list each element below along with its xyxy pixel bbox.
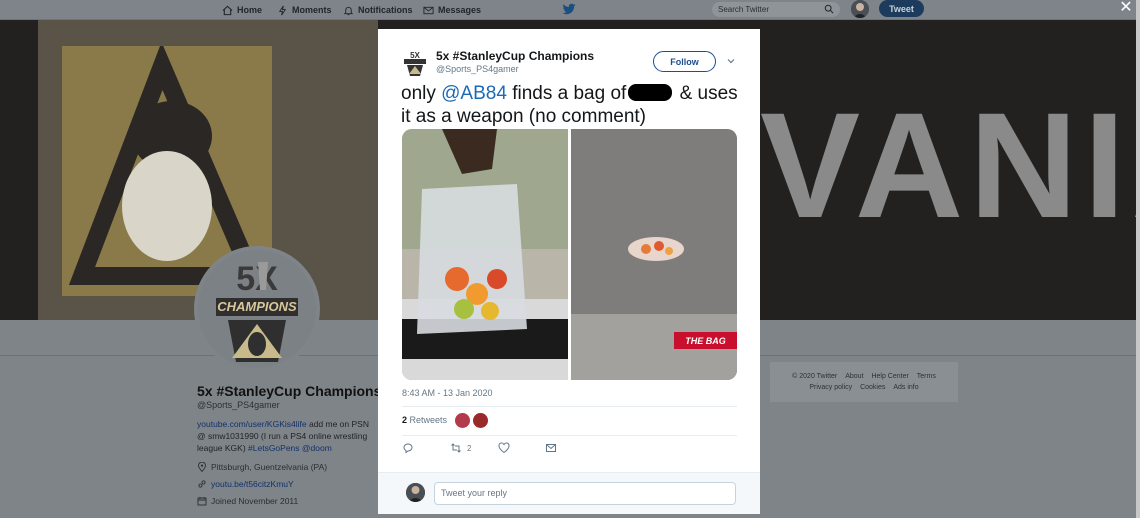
svg-text:5X: 5X bbox=[410, 51, 420, 60]
champions-logo-image: 5X CHAMPIONS bbox=[198, 250, 316, 368]
footer-privacy[interactable]: Privacy policy bbox=[809, 384, 852, 391]
bio-link[interactable]: youtube.com/user/KGKis4life bbox=[197, 419, 307, 429]
nav-moments-label: Moments bbox=[292, 5, 332, 15]
retweeter-avatar[interactable] bbox=[473, 413, 488, 428]
divider bbox=[402, 406, 737, 407]
tweet-button[interactable]: Tweet bbox=[879, 0, 924, 17]
message-action[interactable] bbox=[545, 442, 557, 454]
nav-notifications-label: Notifications bbox=[358, 5, 413, 15]
heart-icon bbox=[498, 442, 510, 454]
nav-messages-label: Messages bbox=[438, 5, 482, 15]
chevron-down-icon[interactable] bbox=[726, 56, 736, 66]
tweet-modal: 5X 5x #StanleyCup Champions @Sports_PS4g… bbox=[378, 29, 760, 514]
profile-avatar[interactable]: 5X CHAMPIONS bbox=[194, 246, 320, 372]
bio-mention[interactable]: @doom bbox=[302, 443, 332, 453]
profile-location: Pittsburgh, Guentzelvania (PA) bbox=[197, 462, 327, 472]
profile-joined: Joined November 2011 bbox=[197, 496, 298, 506]
twitter-bird-icon[interactable] bbox=[562, 2, 576, 16]
retweet-action-count: 2 bbox=[467, 443, 472, 453]
reply-area: Tweet your reply bbox=[378, 472, 760, 514]
home-icon bbox=[222, 5, 233, 15]
tweet-author-name[interactable]: 5x #StanleyCup Champions bbox=[436, 49, 594, 63]
media-photo-bag-ground[interactable]: THE BAG bbox=[571, 129, 737, 380]
retweet-label: Retweets bbox=[409, 415, 448, 425]
retweet-action[interactable]: 2 bbox=[450, 442, 471, 454]
redaction-mark bbox=[628, 84, 673, 101]
reply-input[interactable]: Tweet your reply bbox=[434, 482, 736, 505]
avatar-image bbox=[851, 0, 869, 18]
search-placeholder: Search Twitter bbox=[718, 5, 769, 14]
footer-about[interactable]: About bbox=[845, 373, 863, 380]
reply-icon bbox=[403, 443, 413, 454]
divider bbox=[402, 435, 737, 436]
profile-website: youtu.be/t56citzKmuY bbox=[197, 479, 294, 489]
tweet-text-middle: finds a bag of bbox=[506, 83, 627, 104]
tweet-author-handle[interactable]: @Sports_PS4gamer bbox=[436, 64, 519, 74]
footer-links: © 2020 Twitter About Help Center Terms P… bbox=[770, 362, 958, 402]
bell-icon bbox=[343, 6, 354, 15]
search-input[interactable]: Search Twitter bbox=[712, 2, 840, 17]
profile-bio: youtube.com/user/KGKis4life add me on PS… bbox=[197, 418, 372, 454]
footer-copyright: © 2020 Twitter bbox=[792, 373, 838, 380]
nav-messages[interactable]: Messages bbox=[423, 0, 481, 20]
lightning-icon bbox=[278, 5, 287, 15]
reply-avatar-image bbox=[406, 483, 425, 502]
retweet-stats[interactable]: 2 Retweets bbox=[402, 415, 447, 425]
tweet-text-before: only bbox=[401, 83, 442, 104]
nav-home-label: Home bbox=[237, 5, 263, 15]
footer-cookies[interactable]: Cookies bbox=[860, 384, 885, 391]
link-icon bbox=[198, 480, 206, 488]
banner-text: VANIA bbox=[760, 81, 1136, 249]
close-icon[interactable]: ✕ bbox=[1118, 0, 1134, 16]
footer-ads[interactable]: Ads info bbox=[893, 384, 918, 391]
reply-user-avatar bbox=[406, 483, 425, 502]
footer-help[interactable]: Help Center bbox=[871, 373, 908, 380]
tweet-mention[interactable]: @AB84 bbox=[441, 83, 507, 104]
retweet-icon bbox=[451, 443, 461, 453]
profile-handle: @Sports_PS4gamer bbox=[197, 400, 280, 410]
calendar-icon bbox=[197, 497, 207, 506]
top-navigation: Home Moments Notifications Messages Sear… bbox=[0, 0, 1136, 20]
location-text: Pittsburgh, Guentzelvania (PA) bbox=[211, 462, 328, 472]
tweet-media[interactable]: THE BAG bbox=[402, 129, 737, 380]
website-link[interactable]: youtu.be/t56citzKmuY bbox=[211, 479, 294, 489]
footer-terms[interactable]: Terms bbox=[917, 373, 936, 380]
nav-moments[interactable]: Moments bbox=[277, 0, 332, 20]
svg-text:CHAMPIONS: CHAMPIONS bbox=[217, 299, 297, 314]
reply-action[interactable] bbox=[402, 442, 414, 454]
envelope-icon bbox=[423, 6, 434, 14]
joined-text: Joined November 2011 bbox=[211, 496, 299, 506]
user-avatar[interactable] bbox=[851, 0, 869, 18]
follow-button[interactable]: Follow bbox=[653, 51, 716, 72]
nav-home[interactable]: Home bbox=[222, 0, 262, 20]
author-logo-image: 5X bbox=[404, 51, 426, 76]
tweet-timestamp[interactable]: 8:43 AM - 13 Jan 2020 bbox=[402, 388, 493, 398]
like-action[interactable] bbox=[498, 442, 510, 454]
envelope-icon bbox=[546, 444, 556, 452]
tweet-author-avatar[interactable]: 5X bbox=[402, 49, 428, 77]
svg-text:5X: 5X bbox=[236, 260, 278, 298]
reply-placeholder: Tweet your reply bbox=[441, 488, 508, 498]
search-icon bbox=[824, 4, 834, 14]
bio-hashtag[interactable]: #LetsGoPens bbox=[248, 443, 300, 453]
location-pin-icon bbox=[198, 462, 206, 472]
tweet-text: only @AB84 finds a bag of & uses it as a… bbox=[401, 82, 741, 128]
photo-hand-bag bbox=[402, 129, 568, 380]
retweet-count: 2 bbox=[402, 415, 408, 425]
media-photo-hand-bag[interactable] bbox=[402, 129, 568, 380]
profile-name: 5x #StanleyCup Champions bbox=[197, 383, 382, 399]
retweeter-avatar[interactable] bbox=[455, 413, 470, 428]
nav-notifications[interactable]: Notifications bbox=[343, 0, 413, 20]
the-bag-label: THE BAG bbox=[674, 332, 737, 349]
page-scrollbar[interactable] bbox=[1136, 0, 1140, 518]
